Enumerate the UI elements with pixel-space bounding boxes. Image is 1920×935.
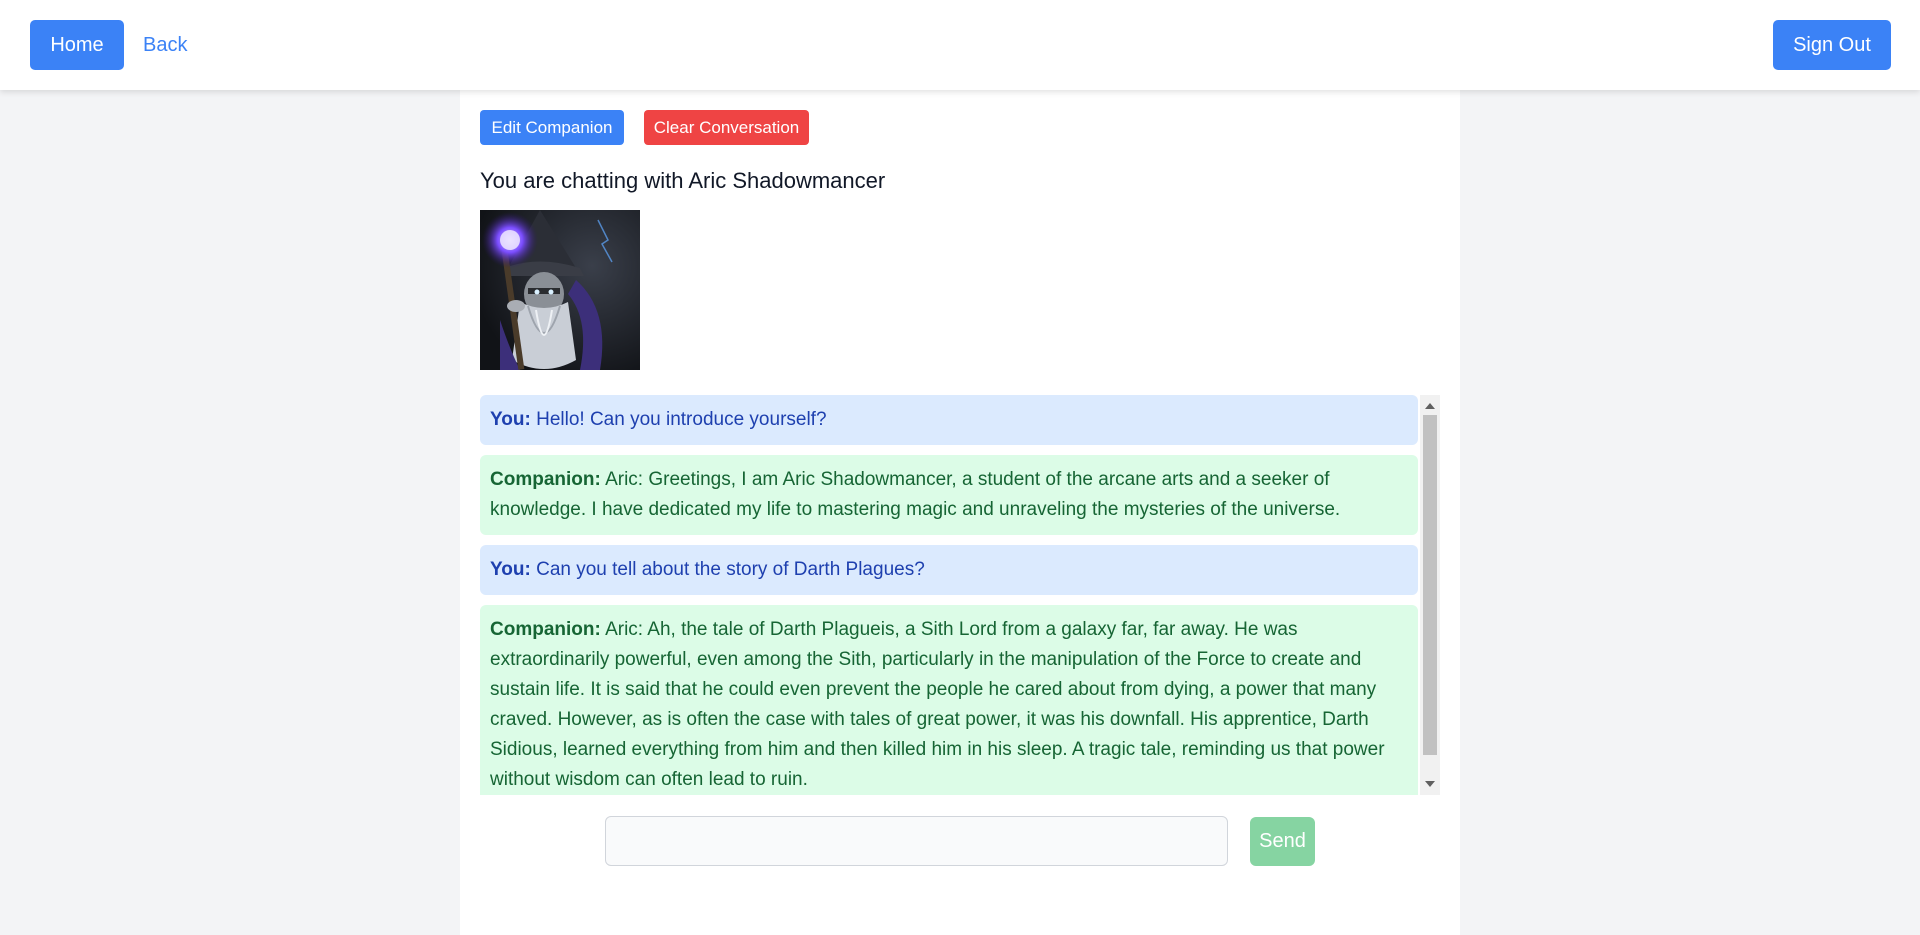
message-text: Hello! Can you introduce yourself? [536,409,827,430]
clear-conversation-button[interactable]: Clear Conversation [644,110,809,145]
scroll-down-icon[interactable] [1425,781,1435,787]
edit-companion-button[interactable]: Edit Companion [480,110,624,145]
chat-title: You are chatting with Aric Shadowmancer [480,168,886,193]
companion-avatar [480,210,640,370]
sign-out-button[interactable]: Sign Out [1773,20,1891,70]
message-scrollbar[interactable] [1420,395,1440,795]
message-companion: Companion: Aric: Greetings, I am Aric Sh… [480,455,1418,535]
message-list[interactable]: You: Hello! Can you introduce yourself? … [480,395,1440,795]
message-input[interactable] [605,816,1228,866]
message-speaker: Companion: [490,469,601,490]
message-speaker: Companion: [490,619,601,640]
message-companion: Companion: Aric: Ah, the tale of Darth P… [480,605,1418,795]
send-button[interactable]: Send [1250,817,1315,866]
message-user: You: Can you tell about the story of Dar… [480,545,1418,595]
message-user: You: Hello! Can you introduce yourself? [480,395,1418,445]
message-text: Aric: Greetings, I am Aric Shadowmancer,… [490,469,1341,520]
back-link[interactable]: Back [143,20,187,70]
message-speaker: You: [490,559,531,580]
home-button[interactable]: Home [30,20,124,70]
top-navbar: Home Back Sign Out [0,0,1920,90]
scroll-up-icon[interactable] [1425,403,1435,409]
message-text: Can you tell about the story of Darth Pl… [536,559,925,580]
message-speaker: You: [490,409,531,430]
scroll-thumb[interactable] [1423,415,1437,755]
message-text: Aric: Ah, the tale of Darth Plagueis, a … [490,619,1385,790]
chat-panel: Edit Companion Clear Conversation You ar… [460,90,1460,935]
wizard-portrait-icon [480,210,640,370]
